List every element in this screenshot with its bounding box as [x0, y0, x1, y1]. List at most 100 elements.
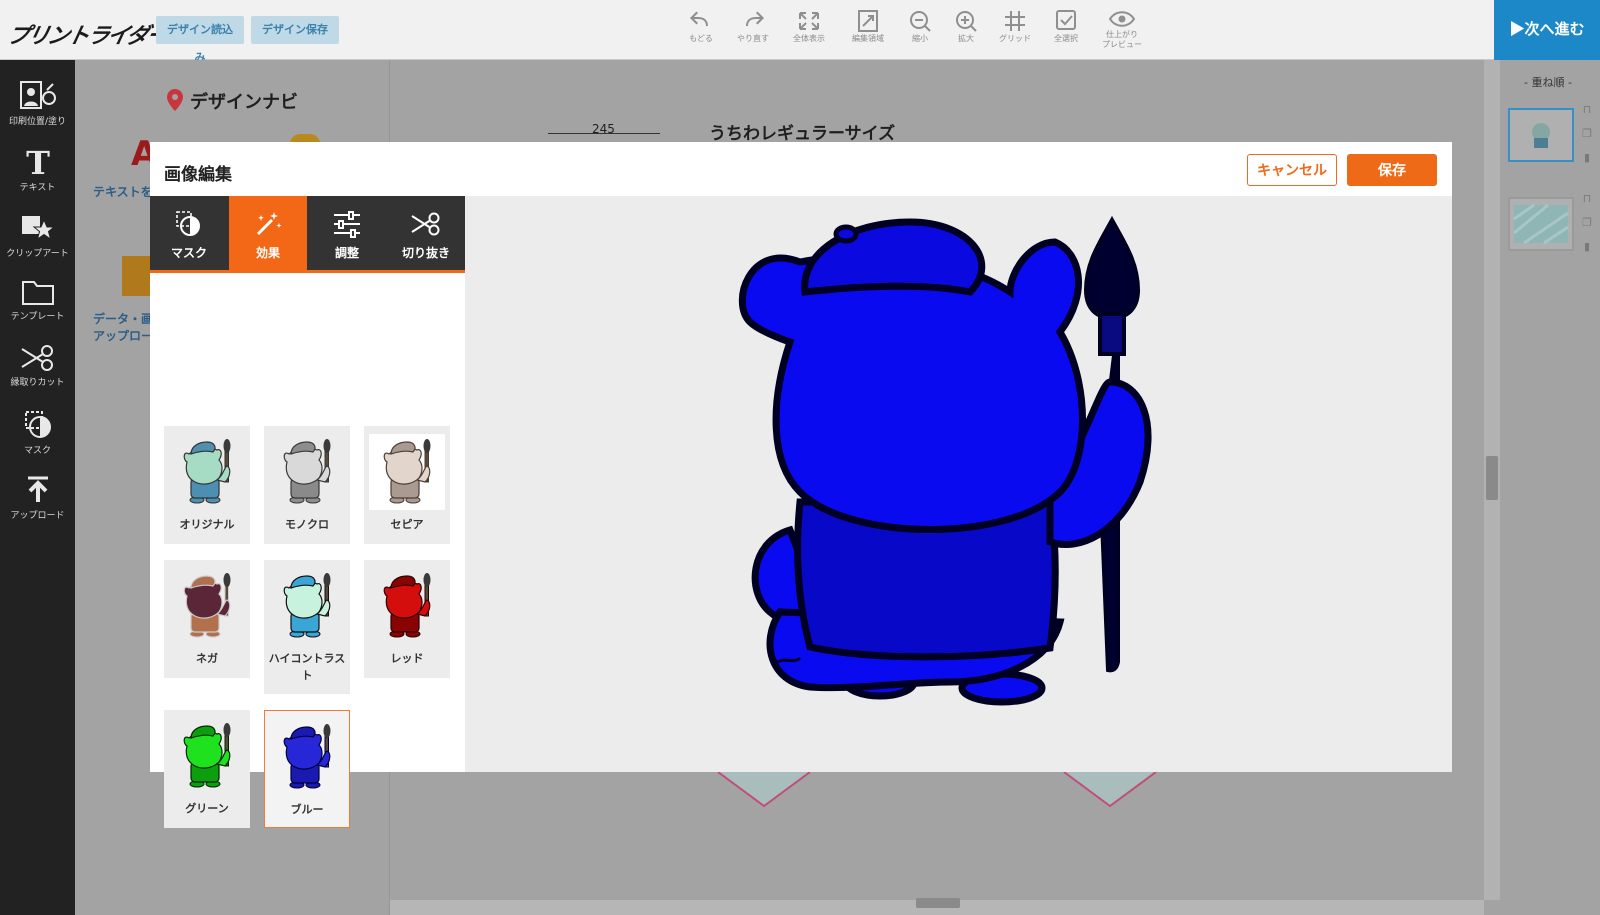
- grid-label: グリッド: [999, 34, 1031, 43]
- copy-icon[interactable]: ❐: [1580, 122, 1594, 146]
- navi-data-link[interactable]: データ・画 アップロー: [93, 311, 153, 345]
- effect-red-thumb: [383, 573, 431, 638]
- zoom-in-icon: [956, 11, 977, 32]
- select-all-button[interactable]: 全選択: [1038, 8, 1094, 54]
- tab-adjust[interactable]: 調整: [308, 196, 386, 270]
- navi-text-link[interactable]: テキストを: [93, 183, 153, 200]
- design-save-button[interactable]: デザイン保存: [251, 16, 339, 44]
- top-toolbar: プリントライダー デザイン読込み デザイン保存 もどる やり直す 全体表示 編集…: [0, 0, 1600, 64]
- sidebar-item-template[interactable]: テンプレート: [0, 265, 75, 329]
- zoom-in-button[interactable]: 拡大: [938, 8, 994, 54]
- magic-wand-icon: [256, 212, 282, 236]
- layer-background-thumb: [1510, 199, 1572, 249]
- redo-icon: [746, 11, 764, 26]
- image-preview[interactable]: [465, 196, 1452, 772]
- layer-character-thumb: [1510, 110, 1572, 160]
- effect-label: オリジナル: [179, 518, 235, 531]
- zoom-in-label: 拡大: [958, 34, 974, 43]
- navi-data-line-2: アップロー: [93, 329, 154, 343]
- trash-icon[interactable]: ▮: [1580, 146, 1594, 170]
- effect-blue[interactable]: ブルー: [264, 710, 350, 828]
- template-folder-icon: [21, 281, 54, 305]
- save-button[interactable]: 保存: [1347, 154, 1437, 186]
- tab-crop[interactable]: 切り抜き: [387, 196, 465, 270]
- preview-eye-icon: [1108, 11, 1136, 27]
- edit-area-button[interactable]: 編集領域: [840, 8, 896, 54]
- undo-button[interactable]: もどる: [673, 8, 729, 54]
- sidebar-label-cut: 縁取りカット: [10, 378, 65, 388]
- redo-button[interactable]: やり直す: [725, 8, 781, 54]
- effect-high-contrast-thumb: [283, 573, 331, 638]
- sidebar-label-template: テンプレート: [10, 312, 65, 322]
- character-preview: [738, 215, 1152, 706]
- edit-area-icon: [858, 10, 878, 32]
- design-navi-title: デザインナビ: [190, 92, 298, 113]
- effect-original[interactable]: オリジナル: [164, 426, 250, 544]
- sidebar-item-clipart[interactable]: クリップアート: [0, 200, 75, 264]
- sidebar-item-upload[interactable]: アップロード: [0, 462, 75, 526]
- canvas-dimension: 245: [592, 122, 615, 136]
- app-logo: プリントライダー: [4, 24, 170, 49]
- navi-data-line-1: データ・画: [93, 312, 154, 326]
- effect-sepia[interactable]: セピア: [364, 426, 450, 544]
- clipart-star-icon: [21, 216, 55, 241]
- folder-icon: [122, 256, 152, 296]
- sidebar-item-text[interactable]: T テキスト: [0, 134, 75, 198]
- sidebar-item-mask[interactable]: マスク: [0, 397, 75, 461]
- effect-label: ネガ: [196, 652, 218, 665]
- modal-title: 画像編集: [164, 165, 232, 185]
- svg-text:T: T: [26, 146, 50, 178]
- grid-button[interactable]: グリッド: [987, 8, 1043, 54]
- tab-mask-label: マスク: [170, 246, 207, 260]
- effect-green-thumb: [183, 723, 231, 788]
- canvas-fan-outline: [717, 772, 1157, 808]
- design-load-button[interactable]: デザイン読込み: [156, 16, 244, 64]
- effect-label: ハイコントラスト: [268, 652, 346, 682]
- next-step-button[interactable]: ▶次へ進む: [1494, 0, 1600, 60]
- lock-icon[interactable]: ⊓: [1580, 187, 1594, 211]
- layer-2-tools: ⊓ ❐ ▮: [1580, 187, 1594, 259]
- layer-1-tools: ⊓ ❐ ▮: [1580, 98, 1594, 170]
- trash-icon[interactable]: ▮: [1580, 235, 1594, 259]
- cancel-button[interactable]: キャンセル: [1247, 154, 1337, 186]
- vertical-scroll-thumb[interactable]: [1486, 456, 1498, 500]
- sidebar-item-cut[interactable]: 縁取りカット: [0, 331, 75, 395]
- tab-effect[interactable]: 効果: [229, 196, 307, 270]
- print-position-icon: [19, 81, 56, 109]
- copy-icon[interactable]: ❐: [1580, 211, 1594, 235]
- effect-label: グリーン: [185, 802, 229, 815]
- select-all-label: 全選択: [1054, 34, 1078, 43]
- text-icon: T: [26, 146, 50, 178]
- layer-thumbnail-background[interactable]: [1508, 197, 1574, 251]
- preview-button[interactable]: 仕上がり プレビュー: [1094, 8, 1150, 54]
- effect-green[interactable]: グリーン: [164, 710, 250, 828]
- fit-all-icon: [799, 12, 819, 30]
- lock-icon[interactable]: ⊓: [1580, 98, 1594, 122]
- effect-monochrome-thumb: [283, 439, 331, 504]
- select-all-icon: [1056, 10, 1076, 30]
- edit-area-label: 編集領域: [852, 34, 884, 43]
- effect-list: オリジナル モノクロ セピア ネガ ハイコントラスト レッド グリーン ブルー: [150, 273, 465, 828]
- tab-mask[interactable]: マスク: [150, 196, 228, 270]
- mask-icon: [176, 211, 200, 236]
- fit-all-button[interactable]: 全体表示: [781, 8, 837, 54]
- edit-tabs: マスク 効果 調整 切り抜き: [150, 196, 465, 270]
- grid-icon: [1005, 11, 1025, 31]
- tab-crop-label: 切り抜き: [401, 246, 450, 260]
- horizontal-scroll-thumb[interactable]: [916, 898, 960, 908]
- effect-red[interactable]: レッド: [364, 560, 450, 678]
- effect-label: ブルー: [290, 803, 324, 816]
- effect-blue-thumb: [283, 724, 331, 789]
- effect-high-contrast[interactable]: ハイコントラスト: [264, 560, 350, 694]
- effect-negative[interactable]: ネガ: [164, 560, 250, 678]
- scissors-icon: [20, 345, 53, 371]
- sidebar-item-print-position[interactable]: 印刷位置/塗り: [0, 68, 75, 132]
- layer-order-title: - 重ね順 -: [1524, 76, 1572, 89]
- undo-icon: [690, 11, 708, 26]
- tool-sidebar: 印刷位置/塗り T テキスト クリップアート テンプレート 縁取りカット マスク…: [0, 60, 75, 915]
- upload-icon: [27, 476, 48, 502]
- undo-label: もどる: [689, 34, 713, 43]
- effect-monochrome[interactable]: モノクロ: [264, 426, 350, 544]
- scissors-icon: [411, 212, 440, 236]
- layer-thumbnail-character[interactable]: [1508, 108, 1574, 162]
